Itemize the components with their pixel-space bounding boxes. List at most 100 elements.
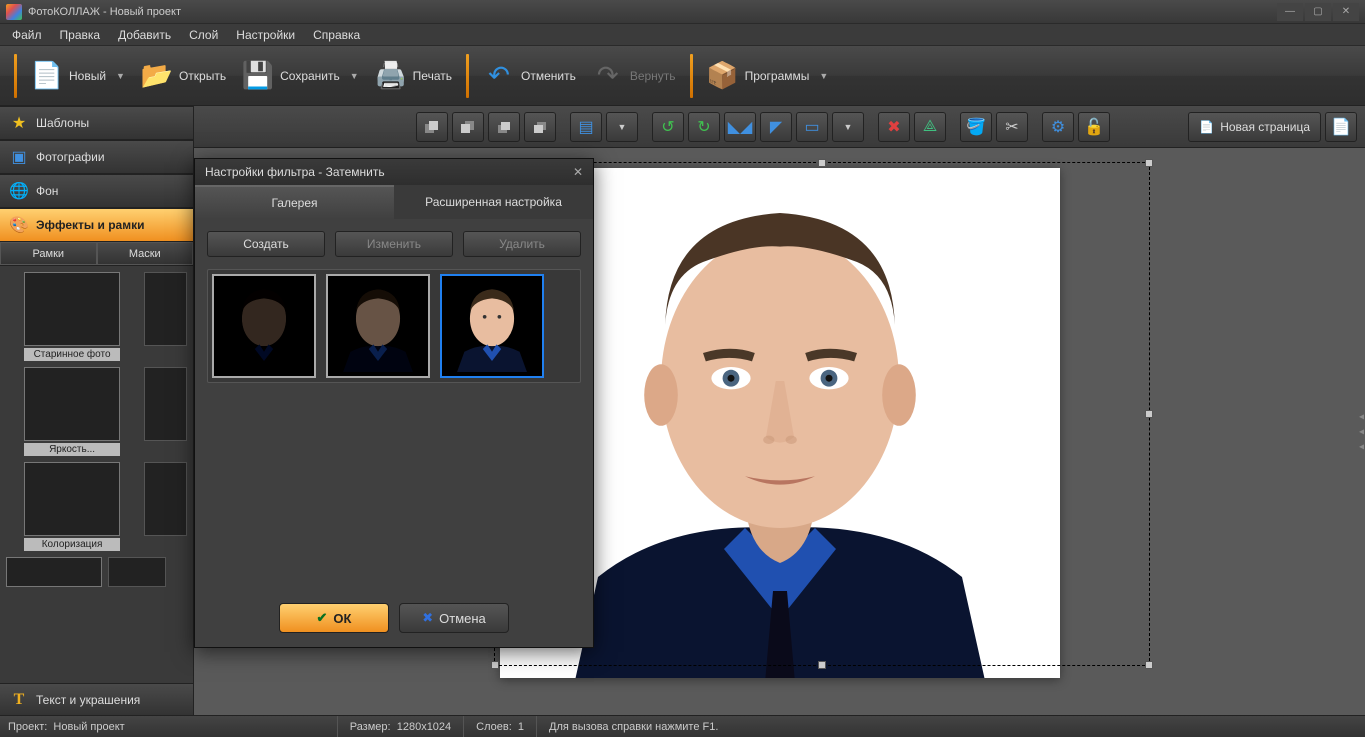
gear-icon[interactable]: ⚙ [1042,112,1074,142]
dialog-tab-gallery[interactable]: Галерея [195,185,394,219]
page-settings-icon[interactable]: 📄 [1325,112,1357,142]
close-icon: ✖ [422,610,433,626]
rotate-left-icon[interactable]: ↺ [652,112,684,142]
close-button[interactable]: ✕ [1333,3,1359,21]
menu-layer[interactable]: Слой [181,26,226,44]
scissors-icon[interactable]: ✂ [996,112,1028,142]
statusbar: Проект: Новый проект Размер: 1280x1024 С… [0,715,1365,737]
preset-delete-button[interactable]: Удалить [463,231,581,257]
align-icon[interactable]: ▤ [570,112,602,142]
effect-thumb[interactable] [144,272,187,346]
titlebar: ФотоКОЛЛАЖ - Новый проект — ▢ ✕ [0,0,1365,24]
layer-back-icon[interactable] [452,112,484,142]
layer-up-icon[interactable] [488,112,520,142]
fit-icon[interactable]: ▭ [796,112,828,142]
sidebar-text[interactable]: T Текст и украшения [0,683,193,715]
subtab-frames[interactable]: Рамки [0,242,97,265]
box-icon: 📦 [707,60,739,92]
rotate-right-icon[interactable]: ↻ [688,112,720,142]
preset-create-button[interactable]: Создать [207,231,325,257]
status-help: Для вызова справки нажмите F1. [536,716,730,737]
undo-button[interactable]: ↶ Отменить [475,54,584,98]
fit-dropdown-icon[interactable]: ▼ [832,112,864,142]
redo-button[interactable]: ↷ Вернуть [584,54,684,98]
effect-thumb[interactable] [6,557,102,587]
menu-add[interactable]: Добавить [110,26,179,44]
new-page-button[interactable]: 📄 Новая страница [1188,112,1321,142]
crop-icon[interactable]: ⟁ [914,112,946,142]
align-dropdown-icon[interactable]: ▼ [606,112,638,142]
dialog-ok-button[interactable]: ✔ ОК [279,603,389,633]
effect-label: Старинное фото [24,348,120,361]
menu-help[interactable]: Справка [305,26,368,44]
menubar: Файл Правка Добавить Слой Настройки Спра… [0,24,1365,46]
folder-icon: 📂 [141,60,173,92]
resize-handle[interactable] [1145,410,1153,418]
menu-settings[interactable]: Настройки [228,26,303,44]
sidebar-templates[interactable]: ★ Шаблоны [0,106,193,140]
resize-handle[interactable] [491,661,499,669]
check-icon: ✔ [317,610,328,626]
print-button[interactable]: 🖨️ Печать [367,54,460,98]
dialog-tab-advanced[interactable]: Расширенная настройка [394,185,593,219]
menu-file[interactable]: Файл [4,26,50,44]
sidebar-photos[interactable]: ▣ Фотографии [0,140,193,174]
save-button[interactable]: 💾 Сохранить ▼ [234,54,367,98]
chevron-down-icon: ▼ [350,71,359,81]
project-name: Новый проект [110,6,181,18]
sidebar-background[interactable]: 🌐 Фон [0,174,193,208]
preset-thumb-selected[interactable] [440,274,544,378]
filter-dialog: Настройки фильтра - Затемнить ✕ Галерея … [194,158,594,648]
menu-edit[interactable]: Правка [52,26,109,44]
resize-handle[interactable] [1145,159,1153,167]
lock-icon[interactable]: 🔓 [1078,112,1110,142]
preset-thumb[interactable] [326,274,430,378]
sidebar-effects[interactable]: 🎨 Эффекты и рамки [0,208,193,242]
flip-v-icon[interactable]: ◤ [760,112,792,142]
programs-button[interactable]: 📦 Программы ▼ [699,54,837,98]
preset-gallery [207,269,581,383]
chevron-left-icon: ◂ [1359,441,1364,452]
dialog-cancel-button[interactable]: ✖ Отмена [399,603,509,633]
chevron-left-icon: ◂ [1359,426,1364,437]
effect-thumb[interactable] [108,557,166,587]
effect-thumb[interactable] [24,367,120,441]
main-toolbar: 📄 Новый ▼ 📂 Открыть 💾 Сохранить ▼ 🖨️ Печ… [0,46,1365,106]
sidebar: ★ Шаблоны ▣ Фотографии 🌐 Фон 🎨 Эффекты и… [0,106,194,715]
right-panel-collapsed[interactable]: ◂ ◂ ◂ [1359,411,1364,452]
effect-thumb[interactable] [24,462,120,536]
effect-label: Колоризация [24,538,120,551]
resize-handle[interactable] [818,661,826,669]
effects-thumbnails: Старинное фото Яркость... Колоризация [0,266,193,683]
effect-thumb[interactable] [144,462,187,536]
effect-thumb[interactable] [144,367,187,441]
image-icon: ▣ [10,148,28,166]
maximize-button[interactable]: ▢ [1305,3,1331,21]
resize-handle[interactable] [818,159,826,167]
effect-thumb[interactable] [24,272,120,346]
delete-icon[interactable]: ✖ [878,112,910,142]
resize-handle[interactable] [1145,661,1153,669]
new-button[interactable]: 📄 Новый ▼ [23,54,133,98]
page-plus-icon: 📄 [1199,120,1214,134]
bucket-icon[interactable]: 🪣 [960,112,992,142]
window-title: ФотоКОЛЛАЖ - Новый проект [28,6,181,18]
minimize-button[interactable]: — [1277,3,1303,21]
canvas-toolbar: ▤ ▼ ↺ ↻ ◣◢ ◤ ▭ ▼ ✖ ⟁ 🪣 ✂ ⚙ 🔓 📄 Новая стр… [194,106,1365,148]
app-icon [6,4,22,20]
dialog-title-bar[interactable]: Настройки фильтра - Затемнить ✕ [195,159,593,185]
disk-icon: 💾 [242,60,274,92]
flip-h-icon[interactable]: ◣◢ [724,112,756,142]
preset-thumb[interactable] [212,274,316,378]
app-name: ФотоКОЛЛАЖ [28,6,100,18]
dialog-close-icon[interactable]: ✕ [573,165,583,179]
subtab-masks[interactable]: Маски [97,242,194,265]
open-button[interactable]: 📂 Открыть [133,54,234,98]
chevron-down-icon: ▼ [116,71,125,81]
layer-down-icon[interactable] [524,112,556,142]
dialog-title: Настройки фильтра - Затемнить [205,165,385,179]
palette-icon: 🎨 [10,216,28,234]
preset-edit-button[interactable]: Изменить [335,231,453,257]
layer-front-icon[interactable] [416,112,448,142]
status-project: Проект: Новый проект [8,716,137,737]
